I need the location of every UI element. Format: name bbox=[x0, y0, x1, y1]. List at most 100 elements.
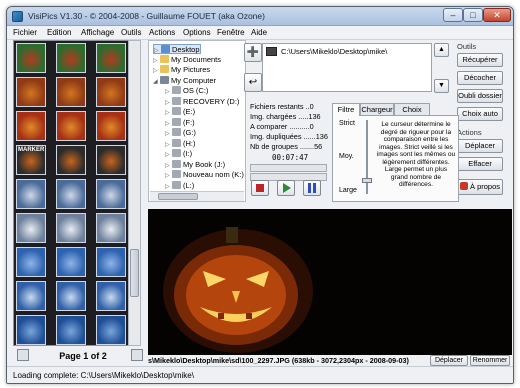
thumbnail-tile[interactable] bbox=[96, 111, 126, 141]
tree-expander-icon[interactable]: ▷ bbox=[165, 150, 172, 160]
thumbnail-tile[interactable] bbox=[96, 77, 126, 107]
filter-description: Le curseur détermine le degré de rigueur… bbox=[376, 121, 456, 188]
menu-actions[interactable]: Actions bbox=[149, 28, 175, 37]
thumbnail-tile[interactable] bbox=[56, 43, 86, 73]
choix-auto-button[interactable]: Choix auto bbox=[457, 107, 503, 121]
tree-expander-icon[interactable]: ▷ bbox=[153, 66, 160, 76]
tree-horizontal-scrollbar[interactable] bbox=[150, 191, 244, 201]
thumbnail-scrollbar[interactable] bbox=[128, 40, 141, 346]
prev-page-icon[interactable] bbox=[17, 349, 29, 361]
tree-item-label: My Pictures bbox=[171, 65, 211, 74]
recuperer-button[interactable]: Récupérer bbox=[457, 53, 503, 67]
play-button[interactable] bbox=[277, 180, 295, 196]
thumbnail-tile[interactable] bbox=[56, 247, 86, 277]
thumbnail-tile[interactable] bbox=[96, 43, 126, 73]
filter-slider-thumb[interactable] bbox=[362, 178, 372, 183]
tree-expander-icon[interactable]: ▷ bbox=[165, 182, 172, 192]
scrollbar-thumb[interactable] bbox=[130, 249, 139, 297]
menu-affichage[interactable]: Affichage bbox=[81, 28, 114, 37]
stat-restants: Fichiers restants ..0 bbox=[250, 102, 314, 111]
tree-item[interactable]: ▷ OS (C:) bbox=[165, 86, 208, 96]
scroll-up-icon[interactable]: ▲ bbox=[434, 43, 449, 57]
thumbnail-tile[interactable] bbox=[56, 179, 86, 209]
tab-choix-auto[interactable]: Choix auto bbox=[394, 103, 430, 125]
effacer-button[interactable]: Effacer bbox=[457, 157, 503, 171]
tree-expander-icon[interactable]: ▷ bbox=[165, 161, 172, 171]
thumbnail-tile[interactable] bbox=[56, 315, 86, 345]
remove-folder-button[interactable]: ↩ bbox=[244, 73, 262, 92]
tree-item[interactable]: ▷ (E:) bbox=[165, 107, 195, 117]
thumbnail-tile[interactable] bbox=[56, 213, 86, 243]
menu-options[interactable]: Options bbox=[183, 28, 211, 37]
thumbnail-tile[interactable] bbox=[56, 77, 86, 107]
thumbnail-tile[interactable] bbox=[56, 111, 86, 141]
next-page-icon[interactable] bbox=[131, 349, 143, 361]
pause-button[interactable] bbox=[303, 180, 321, 196]
tab-filtre[interactable]: Filtre bbox=[332, 103, 360, 116]
deplacer-button[interactable]: Déplacer bbox=[457, 139, 503, 153]
menu-aide[interactable]: Aide bbox=[251, 28, 267, 37]
close-button[interactable]: ✕ bbox=[483, 8, 511, 22]
tree-item[interactable]: ▷ Desktop bbox=[153, 44, 201, 54]
tree-expander-icon[interactable]: ▷ bbox=[165, 87, 172, 97]
stop-button[interactable] bbox=[251, 180, 269, 196]
tree-item[interactable]: ▷ Nouveau nom (K:) bbox=[165, 170, 244, 180]
folder-list[interactable]: C:\Users\Mikeklo\Desktop\mike\ bbox=[262, 43, 432, 92]
tree-item[interactable]: ▷ (L:) bbox=[165, 180, 194, 192]
thumbnail-tile[interactable] bbox=[96, 315, 126, 345]
tree-scrollbar-thumb[interactable] bbox=[158, 193, 198, 200]
about-button[interactable]: À propos bbox=[457, 179, 503, 195]
menu-fenetre[interactable]: Fenêtre bbox=[217, 28, 245, 37]
oubli-dossier-button[interactable]: Oubli dossier bbox=[457, 89, 503, 103]
tree-expander-icon[interactable]: ▷ bbox=[165, 171, 172, 181]
tree-item[interactable]: ▷ My Book (J:) bbox=[165, 159, 225, 171]
drive-icon bbox=[172, 86, 181, 94]
menu-fichier[interactable]: Fichier bbox=[13, 28, 37, 37]
tree-item[interactable]: ▷ RECOVERY (D:) bbox=[165, 96, 239, 108]
scroll-down-icon[interactable]: ▼ bbox=[434, 79, 449, 93]
decocher-button[interactable]: Décocher bbox=[457, 71, 503, 85]
thumbnail-tile[interactable] bbox=[56, 281, 86, 311]
thumbnail-tile[interactable] bbox=[16, 247, 46, 277]
preview-file-info: s\Mikeklo\Desktop\mike\sd\100_2297.JPG (… bbox=[148, 356, 409, 365]
tree-item[interactable]: ◢ My Computer bbox=[153, 75, 216, 87]
minimize-button[interactable]: – bbox=[443, 8, 463, 22]
thumbnail-tile[interactable] bbox=[96, 213, 126, 243]
thumbnail-tile[interactable] bbox=[96, 179, 126, 209]
tree-item[interactable]: ▷ (G:) bbox=[165, 128, 196, 138]
thumbnail-tile[interactable] bbox=[16, 77, 46, 107]
tree-expander-icon[interactable]: ◢ bbox=[153, 77, 160, 87]
tree-expander-icon[interactable]: ▷ bbox=[153, 56, 160, 66]
thumbnail-tile[interactable] bbox=[16, 281, 46, 311]
tree-item[interactable]: ▷ My Pictures bbox=[153, 65, 210, 75]
tree-item-label: (G:) bbox=[183, 128, 196, 137]
maximize-button[interactable]: □ bbox=[463, 8, 483, 22]
tab-chargeur[interactable]: Chargeur bbox=[360, 103, 394, 115]
thumbnail-tile[interactable] bbox=[96, 247, 126, 277]
thumbnail-tile[interactable] bbox=[16, 43, 46, 73]
thumbnail-tile[interactable] bbox=[16, 179, 46, 209]
thumbnail-tile[interactable] bbox=[56, 145, 86, 175]
tree-expander-icon[interactable]: ▷ bbox=[165, 129, 172, 139]
menu-outils[interactable]: Outils bbox=[121, 28, 141, 37]
thumbnail-tile[interactable] bbox=[96, 145, 126, 175]
tree-expander-icon[interactable]: ▷ bbox=[165, 108, 172, 118]
add-folder-button[interactable]: ➕ bbox=[244, 43, 262, 62]
menu-edition[interactable]: Edition bbox=[47, 28, 71, 37]
tree-item[interactable]: ▷ (I:) bbox=[165, 149, 192, 159]
tree-expander-icon[interactable]: ▷ bbox=[165, 98, 172, 108]
tree-item[interactable]: ▷ (H:) bbox=[165, 138, 196, 150]
tree-item[interactable]: ▷ (F:) bbox=[165, 117, 195, 129]
thumbnail-tile[interactable] bbox=[16, 213, 46, 243]
thumbnail-tile[interactable] bbox=[16, 315, 46, 345]
preview-rename-button[interactable]: Renommer bbox=[470, 355, 510, 366]
preview-move-button[interactable]: Déplacer bbox=[430, 355, 468, 366]
thumbnail-tile[interactable]: MARKER bbox=[16, 145, 46, 175]
thumbnail-tile[interactable] bbox=[96, 281, 126, 311]
tree-expander-icon[interactable]: ▷ bbox=[165, 140, 172, 150]
tree-item[interactable]: ▷ My Documents bbox=[153, 54, 221, 66]
level-moyen: Moy. bbox=[339, 153, 354, 160]
preview-image[interactable] bbox=[148, 209, 512, 359]
tree-expander-icon[interactable]: ▷ bbox=[165, 119, 172, 129]
thumbnail-tile[interactable] bbox=[16, 111, 46, 141]
